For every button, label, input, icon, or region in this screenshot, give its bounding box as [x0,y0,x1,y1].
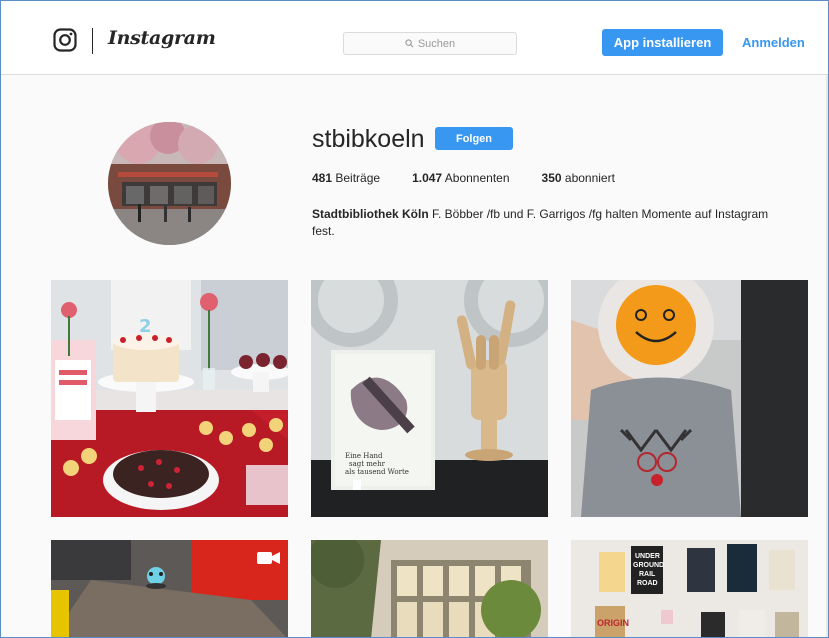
post-thumbnail-book-display[interactable]: UNDER GROUND RAIL ROAD ORIGIN [571,540,808,637]
birthday-cakes-photo: 2 [51,280,288,517]
stat-following[interactable]: 350 abonniert [542,171,615,185]
install-app-button[interactable]: App installieren [602,29,723,56]
book-display-photo: UNDER GROUND RAIL ROAD ORIGIN [571,540,808,637]
login-link[interactable]: Anmelden [742,35,805,50]
svg-text:ROAD: ROAD [637,580,658,587]
profile-avatar[interactable] [108,122,231,245]
stat-followers[interactable]: 1.047 Abonnenten [412,171,509,185]
instagram-camera-icon[interactable] [53,28,77,52]
svg-text:2: 2 [139,316,152,337]
profile-stats: 481 Beiträge 1.047 Abonnenten 350 abonni… [312,171,647,185]
svg-text:UNDER: UNDER [635,553,660,560]
profile-username: stbibkoeln [312,125,425,153]
library-building-photo [311,540,548,637]
svg-text:als tausend Worte: als tausend Worte [345,468,409,476]
bio-name: Stadtbibliothek Köln [312,207,429,221]
post-thumbnail-wooden-hand[interactable]: Eine Hand sagt mehr als tausend Worte [311,280,548,517]
search-placeholder: Suchen [417,37,456,50]
top-nav-bar: Instagram Suchen App installieren Anmeld… [1,1,828,75]
scrollbar-track[interactable] [826,75,828,637]
robot-toy-video [51,540,288,637]
svg-text:ORIGIN: ORIGIN [597,618,629,628]
browser-frame: Instagram Suchen App installieren Anmeld… [0,0,829,638]
wooden-hand-book-photo: Eine Hand sagt mehr als tausend Worte [311,280,548,517]
post-thumbnail-orange-smiley[interactable] [571,280,808,517]
logo-divider [92,28,93,54]
stat-following-label: abonniert [564,171,615,185]
video-camera-icon [257,552,280,564]
stat-followers-label: Abonnenten [444,171,510,185]
svg-text:sagt mehr: sagt mehr [349,460,386,468]
profile-bio: Stadtbibliothek Köln F. Böbber /fb und F… [312,206,782,240]
post-thumbnail-robot-video[interactable] [51,540,288,637]
post-thumbnail-birthday-cakes[interactable]: 2 [51,280,288,517]
stat-followers-count: 1.047 [412,171,443,185]
instagram-wordmark[interactable]: Instagram [108,27,216,49]
post-thumbnail-library-building[interactable] [311,540,548,637]
svg-text:GROUND: GROUND [633,562,664,569]
library-building-avatar-image [108,122,231,245]
stat-posts-count: 481 [312,171,333,185]
stat-posts-label: Beiträge [335,171,381,185]
svg-text:RAIL: RAIL [639,571,656,578]
follow-button[interactable]: Folgen [435,127,513,150]
stat-following-count: 350 [541,171,562,185]
orange-smiley-photo [571,280,808,517]
book-title-line1: Eine Hand [345,452,383,460]
search-input[interactable]: Suchen [343,32,517,55]
stat-posts: 481 Beiträge [312,171,380,185]
search-icon [405,39,414,48]
